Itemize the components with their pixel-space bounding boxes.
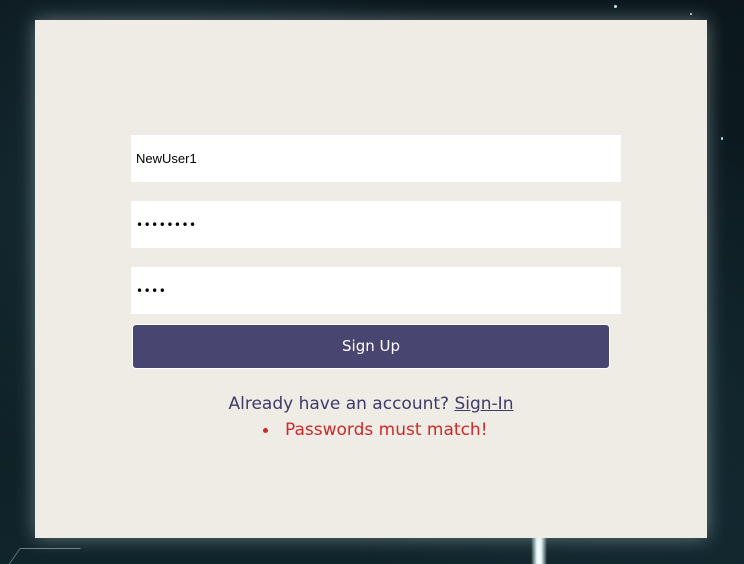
background-shape xyxy=(8,548,81,564)
error-text: Passwords must match! xyxy=(285,420,488,440)
background-light xyxy=(531,538,547,564)
error-list: Passwords must match! xyxy=(263,420,488,440)
signin-prompt-text: Already have an account? xyxy=(228,394,450,414)
sign-in-link[interactable]: Sign-In xyxy=(454,394,513,414)
star xyxy=(690,13,692,15)
username-input[interactable] xyxy=(131,135,621,182)
error-item: Passwords must match! xyxy=(263,420,488,440)
bullet-icon xyxy=(263,428,268,433)
signup-panel: Sign Up Already have an account? Sign-In… xyxy=(35,20,707,538)
password-input[interactable] xyxy=(131,201,621,248)
star xyxy=(614,5,617,8)
confirm-password-input[interactable] xyxy=(131,267,621,314)
sign-up-button[interactable]: Sign Up xyxy=(132,324,610,369)
signin-prompt: Already have an account? Sign-In xyxy=(35,394,707,414)
star xyxy=(721,137,723,140)
